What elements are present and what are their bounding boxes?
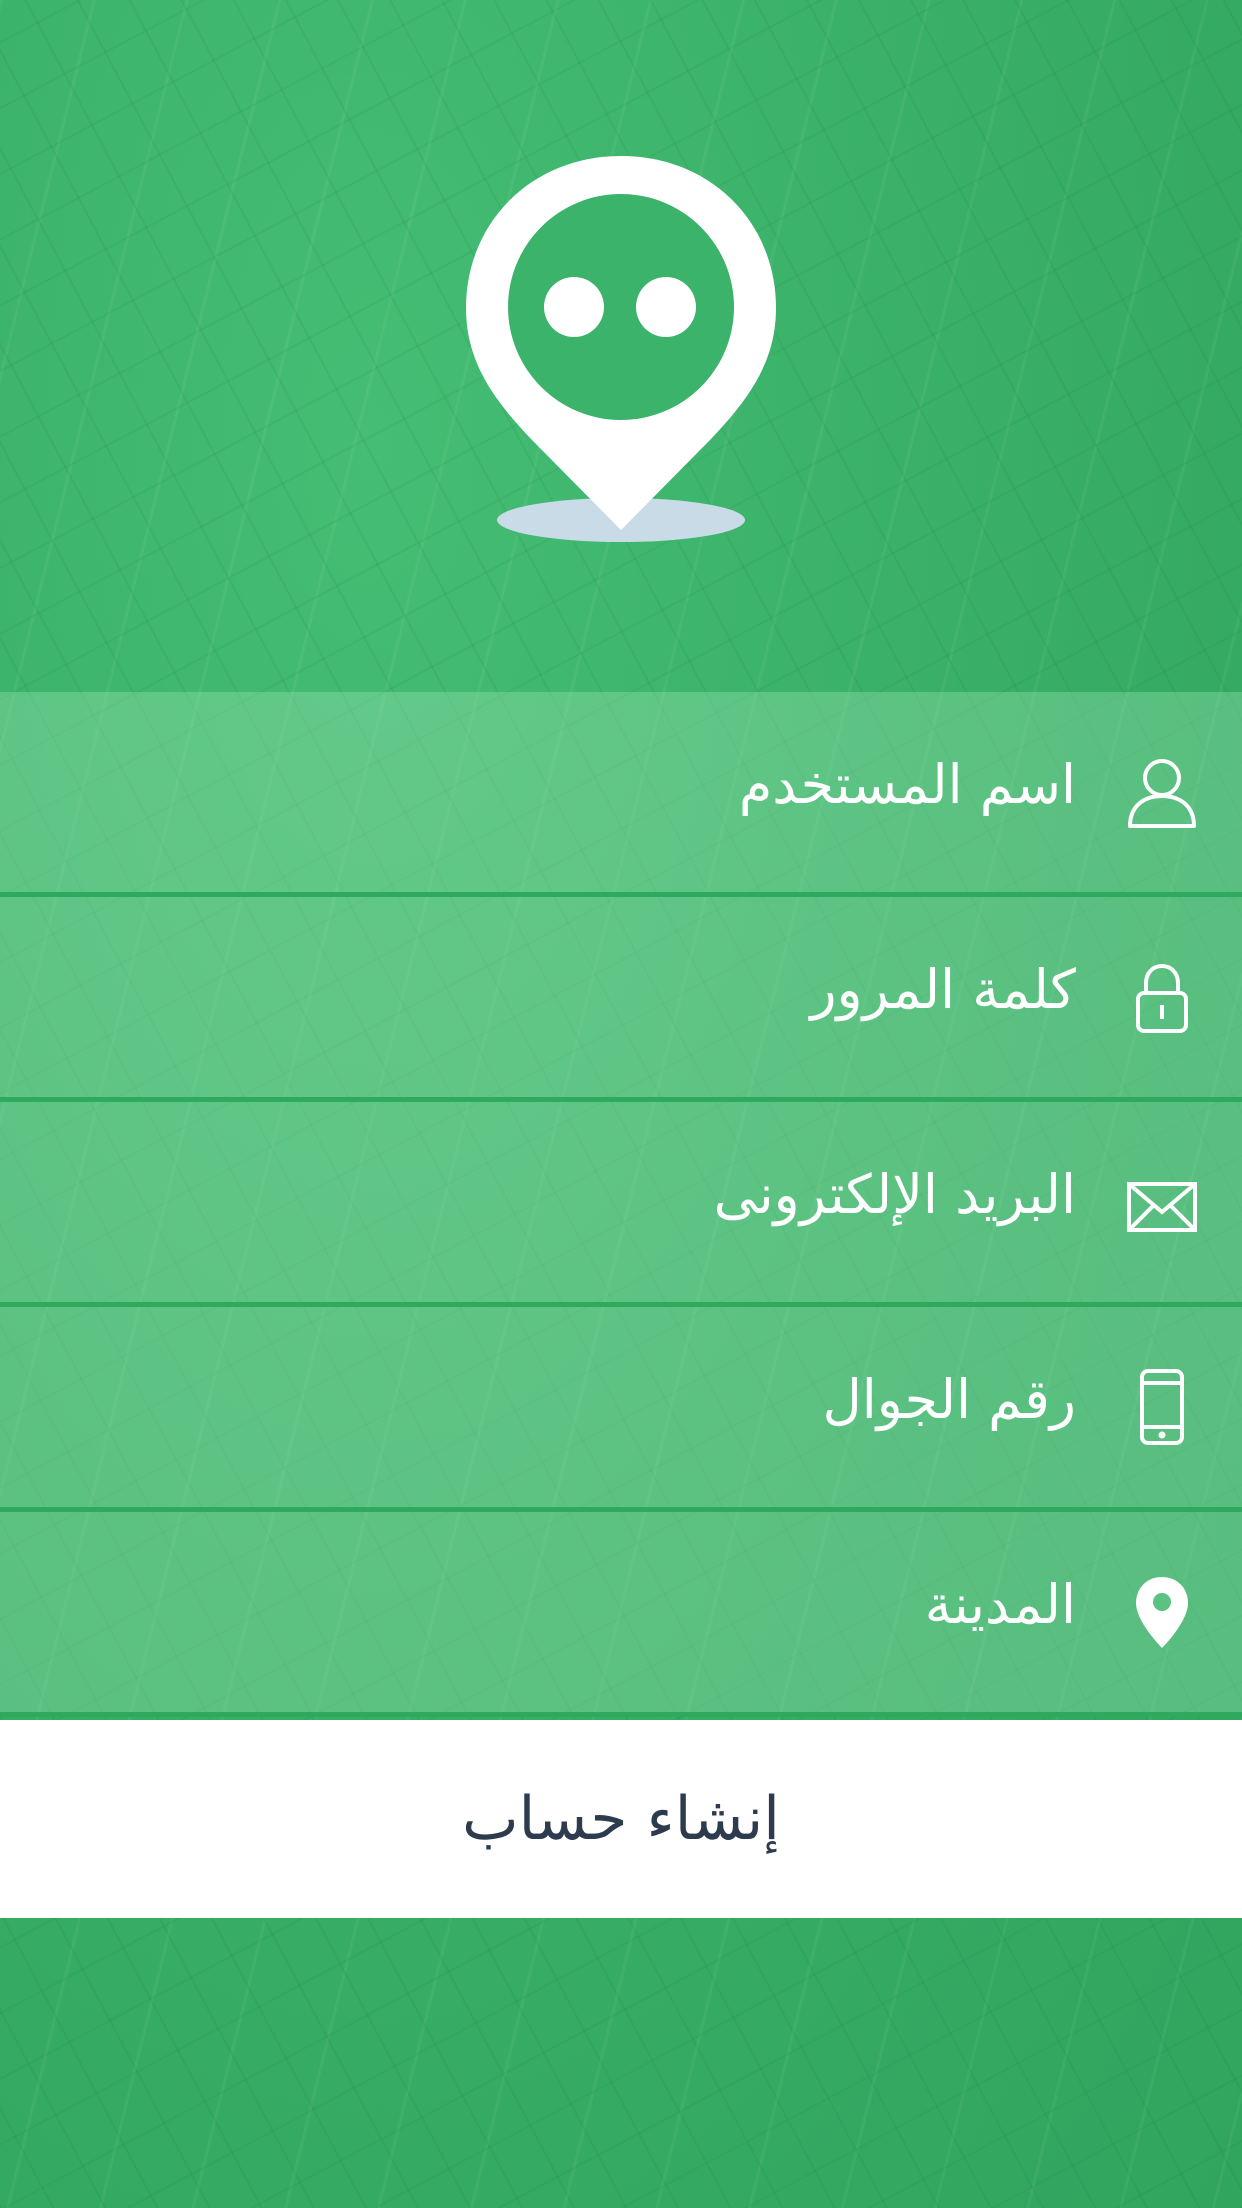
signup-form: اسم المستخدم كلمة المرور البريد الإلكترو… bbox=[0, 692, 1242, 1717]
email-label: البريد الإلكترونى bbox=[713, 1163, 1076, 1226]
password-field[interactable]: كلمة المرور bbox=[0, 897, 1242, 1102]
mobile-label: رقم الجوال bbox=[822, 1368, 1076, 1431]
lock-icon bbox=[1126, 959, 1198, 1035]
user-icon bbox=[1126, 754, 1198, 830]
create-account-button[interactable]: إنشاء حساب bbox=[0, 1720, 1242, 1918]
city-field[interactable]: المدينة bbox=[0, 1512, 1242, 1717]
email-field[interactable]: البريد الإلكترونى bbox=[0, 1102, 1242, 1307]
header bbox=[0, 0, 1242, 692]
password-label: كلمة المرور bbox=[810, 958, 1076, 1021]
username-field[interactable]: اسم المستخدم bbox=[0, 692, 1242, 897]
username-label: اسم المستخدم bbox=[738, 753, 1076, 816]
mobile-field[interactable]: رقم الجوال bbox=[0, 1307, 1242, 1512]
create-account-label: إنشاء حساب bbox=[462, 1784, 780, 1854]
city-label: المدينة bbox=[924, 1573, 1076, 1636]
map-pin-face-icon bbox=[460, 150, 782, 550]
location-pin-icon bbox=[1126, 1574, 1198, 1650]
envelope-icon bbox=[1126, 1164, 1198, 1240]
mobile-phone-icon bbox=[1126, 1369, 1198, 1445]
